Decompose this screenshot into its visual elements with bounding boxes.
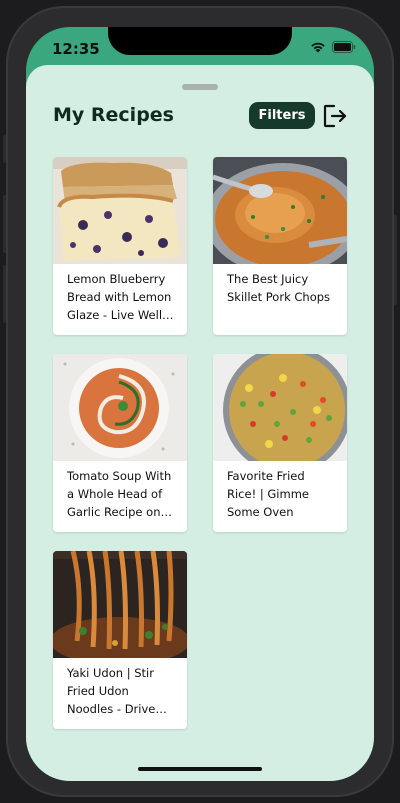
logout-icon[interactable] [322, 103, 348, 129]
recipes-sheet: My Recipes Filters Lemon Blueberry Bread… [26, 65, 374, 781]
recipe-image [53, 157, 187, 264]
recipe-title: Favorite Fried Rice! | Gimme Some Oven [227, 469, 309, 519]
screen: 12:35 My Recipes Filters Lemon Blueberry… [26, 27, 374, 781]
status-time: 12:35 [52, 40, 100, 58]
recipe-card[interactable]: Tomato Soup With a Whole Head of Garlic … [53, 354, 187, 532]
notch [108, 27, 292, 55]
recipe-title: Lemon Blueberry Bread with Lemon Glaze -… [67, 272, 172, 322]
wifi-icon [311, 42, 325, 53]
recipe-image [213, 157, 347, 264]
home-indicator[interactable] [138, 767, 262, 771]
recipe-image [53, 551, 187, 658]
recipe-image [53, 354, 187, 461]
battery-icon [332, 41, 356, 53]
page-title: My Recipes [53, 104, 174, 126]
recipe-title: The Best Juicy Skillet Pork Chops [227, 272, 331, 304]
recipe-title: Tomato Soup With a Whole Head of Garlic … [67, 469, 172, 519]
recipe-card[interactable]: The Best Juicy Skillet Pork Chops [213, 157, 347, 335]
filters-button[interactable]: Filters [249, 102, 315, 129]
recipe-card[interactable]: Yaki Udon | Stir Fried Udon Noodles - Dr… [53, 551, 187, 729]
sheet-grabber[interactable] [182, 84, 218, 90]
recipe-image [213, 354, 347, 461]
recipe-title: Yaki Udon | Stir Fried Udon Noodles - Dr… [67, 666, 156, 716]
status-icons [310, 41, 356, 53]
recipe-card[interactable]: Favorite Fried Rice! | Gimme Some Oven [213, 354, 347, 532]
recipe-card[interactable]: Lemon Blueberry Bread with Lemon Glaze -… [53, 157, 187, 335]
